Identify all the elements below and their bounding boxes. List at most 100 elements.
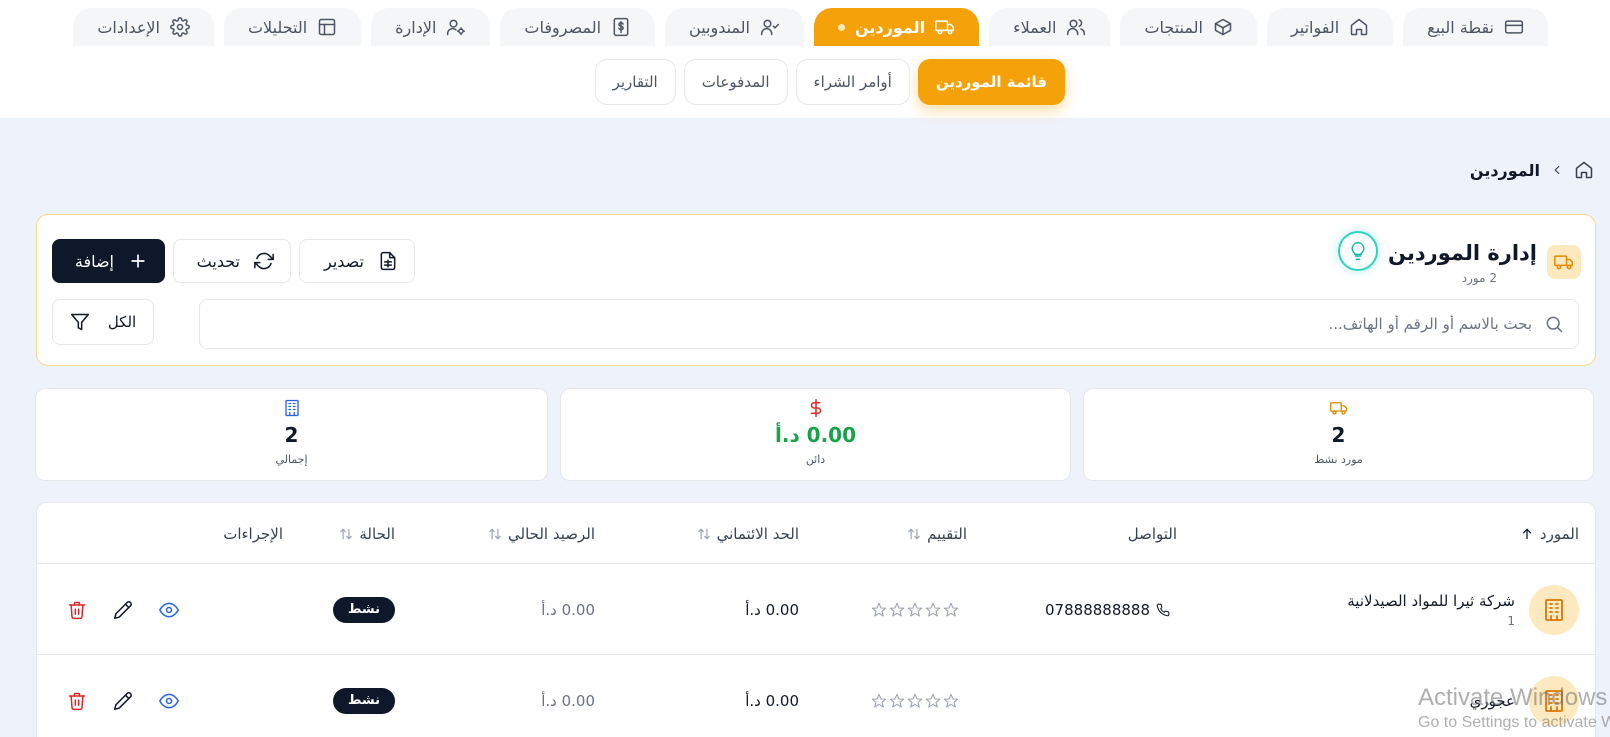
tab-pos[interactable]: نقطة البيع <box>1403 8 1548 46</box>
star-icon <box>907 693 923 708</box>
breadcrumb-current: الموردين <box>1469 160 1540 180</box>
subtab-supplier-list[interactable]: قائمة الموردين <box>917 59 1065 105</box>
eye-icon <box>159 693 179 708</box>
tab-analytics[interactable]: التحليلات <box>223 8 362 46</box>
rating-stars <box>871 564 959 655</box>
tab-label: العملاء <box>1013 17 1057 37</box>
supplier-name[interactable]: عجوري <box>1470 692 1515 710</box>
tab-label: المنتجات <box>1144 17 1203 37</box>
export-button-label: تصدير <box>323 251 364 271</box>
filter-label: الكل <box>107 313 137 331</box>
column-label: الإجراءات <box>223 524 283 543</box>
tab-invoices[interactable]: الفواتير <box>1266 8 1394 46</box>
supplier-name[interactable]: شركة ثيرا للمواد الصيدلانية <box>1347 592 1515 610</box>
tab-label: الفواتير <box>1290 17 1340 37</box>
add-supplier-button[interactable]: إضافة <box>52 239 165 283</box>
star-icon <box>943 693 959 708</box>
balance-cell: 0.00 د.أ <box>541 691 595 710</box>
export-button[interactable]: تصدير <box>299 239 415 283</box>
tab-suppliers[interactable]: الموردين <box>814 8 980 46</box>
building-icon <box>1545 598 1563 621</box>
tab-administration[interactable]: الإدارة <box>371 8 491 46</box>
pencil-icon <box>113 691 132 710</box>
status-badge: نشط <box>333 687 395 714</box>
main-tabs: نقطة البيع الفواتير المنتجات العملاء الم… <box>73 8 1548 46</box>
box-icon <box>1214 18 1232 36</box>
supplier-text: شركة ثيرا للمواد الصيدلانية 1 <box>1347 592 1515 628</box>
column-label: التواصل <box>1127 524 1177 543</box>
trash-icon <box>68 601 86 619</box>
column-header-credit-limit[interactable]: الحد الائتماني <box>697 503 799 564</box>
tab-label: الإعدادات <box>97 17 160 37</box>
supplier-cell: شركة ثيرا للمواد الصيدلانية 1 <box>1347 564 1579 655</box>
active-indicator-dot <box>838 23 845 31</box>
subtab-purchase-orders[interactable]: أوامر الشراء <box>795 59 910 105</box>
layout-icon <box>318 18 336 36</box>
stat-label: إجمالي <box>275 453 308 466</box>
delete-button[interactable] <box>67 691 87 711</box>
column-header-actions: الإجراءات <box>223 503 283 564</box>
gear-icon <box>170 17 190 37</box>
supplier-avatar <box>1529 675 1579 726</box>
building-icon <box>284 399 299 417</box>
tips-button[interactable] <box>1338 231 1379 271</box>
home-icon <box>1350 18 1368 36</box>
table-row[interactable]: شركة ثيرا للمواد الصيدلانية 1 0788888888… <box>37 564 1595 655</box>
supplier-code: 1 <box>1507 613 1515 628</box>
table-header: المورد التواصل التقييم الحد الائتماني ال… <box>37 503 1595 564</box>
star-icon <box>871 693 887 708</box>
user-check-icon <box>760 19 780 36</box>
users-icon <box>1067 19 1086 36</box>
column-header-status[interactable]: الحالة <box>339 503 395 564</box>
dollar-icon <box>810 399 821 417</box>
home-icon[interactable] <box>1574 160 1594 180</box>
view-button[interactable] <box>159 691 179 711</box>
edit-button[interactable] <box>113 691 133 711</box>
subtab-payments[interactable]: المدفوعات <box>683 59 788 105</box>
row-actions <box>67 655 179 737</box>
suppliers-table: المورد التواصل التقييم الحد الائتماني ال… <box>36 502 1596 737</box>
column-header-rating[interactable]: التقييم <box>907 503 967 564</box>
phone-number[interactable]: 07888888888 <box>1045 601 1150 619</box>
column-header-supplier[interactable]: المورد <box>1520 503 1579 564</box>
stat-total: 2 إجمالي <box>35 388 548 481</box>
supplier-avatar <box>1529 584 1579 635</box>
edit-button[interactable] <box>113 600 133 620</box>
lightbulb-icon <box>1351 241 1365 261</box>
refresh-button[interactable]: تحديث <box>173 239 291 283</box>
tab-label: نقطة البيع <box>1427 17 1494 37</box>
refresh-icon <box>254 252 274 270</box>
subtab-reports[interactable]: التقارير <box>594 59 676 105</box>
column-header-balance[interactable]: الرصيد الحالي <box>488 503 595 564</box>
tab-representatives[interactable]: المندوبين <box>665 8 804 46</box>
supplier-text: عجوري <box>1470 692 1515 710</box>
tab-label: التحليلات <box>247 17 308 37</box>
tab-label: المصروفات <box>524 17 602 37</box>
breadcrumb: الموردين <box>1470 160 1594 180</box>
stat-active-suppliers: 2 مورد نشط <box>1083 388 1594 481</box>
sort-icon <box>908 528 920 539</box>
stat-value: 0.00 د.أ <box>774 423 857 447</box>
sort-icon <box>697 528 710 539</box>
search-box <box>199 299 1579 349</box>
supplier-count: 2 مورد <box>1461 271 1497 285</box>
table-row[interactable]: عجوري 0.00 د.أ 0.00 د.أ نشط <box>37 655 1595 737</box>
search-input[interactable] <box>200 315 1532 333</box>
star-icon <box>889 602 905 617</box>
tab-settings[interactable]: الإعدادات <box>73 8 214 46</box>
delete-button[interactable] <box>67 600 87 620</box>
tab-customers[interactable]: العملاء <box>989 8 1111 46</box>
refresh-button-label: تحديث <box>196 251 240 271</box>
tab-expenses[interactable]: المصروفات <box>500 8 656 46</box>
view-button[interactable] <box>159 600 179 620</box>
filter-icon <box>70 313 89 331</box>
search-icon <box>1546 316 1563 333</box>
column-label: المورد <box>1539 524 1579 543</box>
rating-stars <box>871 655 959 737</box>
tab-products[interactable]: المنتجات <box>1120 8 1257 46</box>
filter-button[interactable]: الكل <box>52 299 154 345</box>
eye-icon <box>159 602 179 617</box>
balance-cell: 0.00 د.أ <box>541 600 595 619</box>
chevron-left-icon <box>1554 165 1560 175</box>
top-navigation: نقطة البيع الفواتير المنتجات العملاء الم… <box>0 0 1610 118</box>
